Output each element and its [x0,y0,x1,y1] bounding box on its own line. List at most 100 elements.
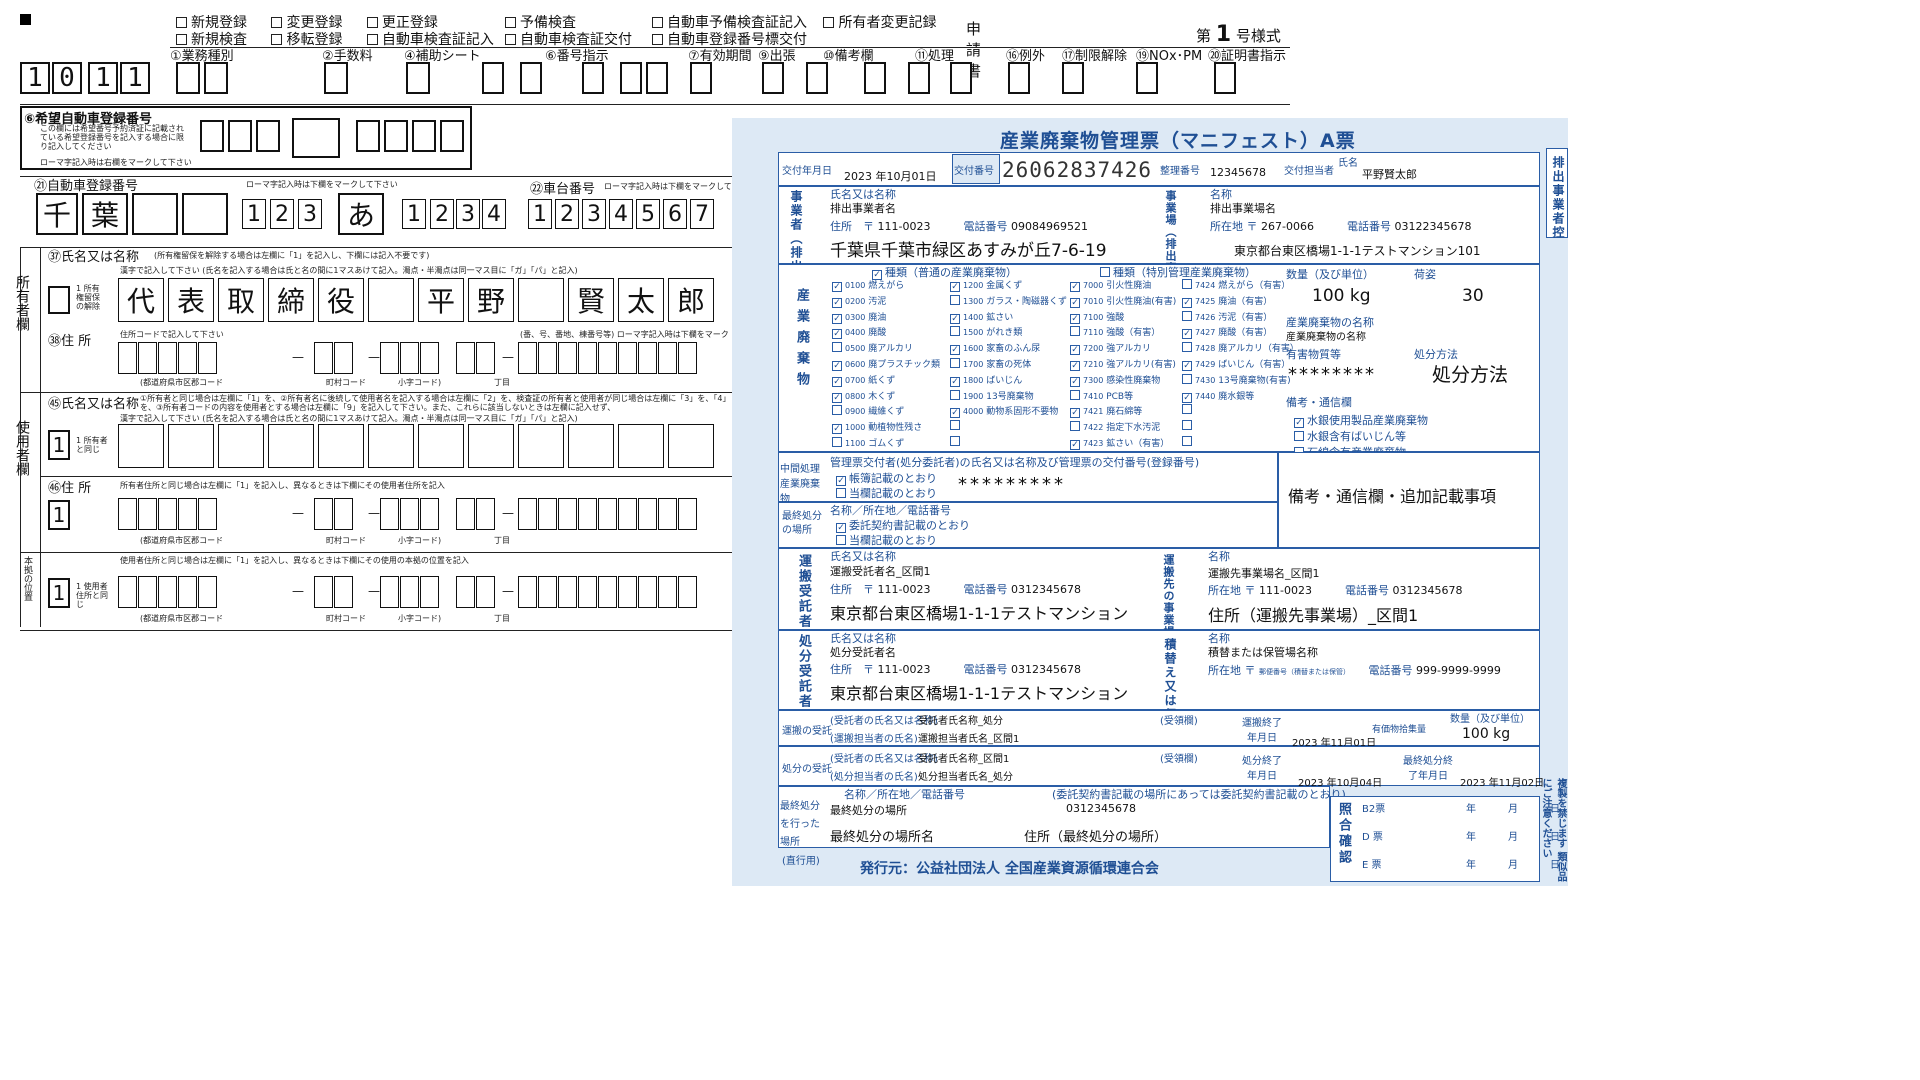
input-box[interactable] [324,62,348,94]
address-cell[interactable] [420,576,439,608]
input-box[interactable] [864,62,886,94]
waste-checkbox[interactable]: ✓ [1182,329,1192,340]
user-name-cell[interactable] [368,424,414,468]
address-cell[interactable] [178,498,197,530]
user-name-cell[interactable] [168,424,214,468]
chassis-digit[interactable]: 1 [528,199,552,229]
address-cell[interactable] [518,498,537,530]
address-cell[interactable] [618,576,637,608]
address-cell[interactable] [138,342,157,374]
address-cell[interactable] [538,576,557,608]
address-cell[interactable] [598,342,617,374]
address-cell[interactable] [558,576,577,608]
input-box[interactable] [228,120,252,152]
address-cell[interactable] [578,498,597,530]
waste-checkbox[interactable]: ✓ [950,345,960,356]
address-cell[interactable] [420,342,439,374]
address-cell[interactable] [400,576,419,608]
address-cell[interactable] [678,498,697,530]
owner-char[interactable] [368,278,414,322]
address-cell[interactable] [658,498,677,530]
input-box[interactable] [762,62,784,94]
input-box[interactable] [256,120,280,152]
waste-checkbox[interactable]: ✓ [1182,297,1192,308]
waste-checkbox[interactable]: ✓ [950,282,960,292]
address-cell[interactable] [178,342,197,374]
input-box[interactable] [806,62,828,94]
waste-checkbox[interactable] [950,420,960,431]
address-cell[interactable] [638,342,657,374]
base-same-box[interactable]: 1 [48,578,70,608]
chassis-digit[interactable]: 7 [690,199,714,229]
plate-char[interactable] [182,193,228,235]
address-cell[interactable] [380,498,399,530]
code-digit[interactable]: 0 [52,62,82,94]
owner-char[interactable]: 役 [318,278,364,322]
waste-checkbox[interactable] [1070,389,1080,400]
owner-char[interactable]: 郎 [668,278,714,322]
user-name-cell[interactable] [268,424,314,468]
address-cell[interactable] [400,498,419,530]
input-box[interactable] [176,62,200,94]
address-cell[interactable] [380,342,399,374]
code-digit[interactable]: 1 [120,62,150,94]
chassis-digit[interactable]: 3 [582,199,606,229]
plate-char[interactable]: 2 [430,199,454,229]
address-cell[interactable] [638,576,657,608]
waste-checkbox[interactable] [832,437,842,447]
address-cell[interactable] [638,498,657,530]
input-box[interactable] [356,120,380,152]
address-cell[interactable] [476,342,495,374]
address-cell[interactable] [538,498,557,530]
owner-release-box[interactable] [48,286,70,314]
input-box[interactable] [292,118,340,158]
waste-checkbox[interactable]: ✓ [1070,376,1080,387]
owner-char[interactable]: 賢 [568,278,614,322]
waste-checkbox[interactable]: ✓ [832,361,842,371]
input-box[interactable] [620,62,642,94]
input-box[interactable] [1062,62,1084,94]
user-name-cell[interactable] [218,424,264,468]
waste-checkbox[interactable] [1182,310,1192,321]
address-cell[interactable] [198,576,217,608]
address-cell[interactable] [334,498,353,530]
plate-char[interactable]: 2 [270,199,294,229]
chassis-digit[interactable]: 2 [555,199,579,229]
waste-checkbox[interactable]: ✓ [950,313,960,324]
plate-char[interactable]: 3 [456,199,480,229]
waste-checkbox[interactable]: ✓ [950,376,960,387]
waste-checkbox[interactable]: ✓ [832,313,842,324]
waste-checkbox[interactable]: ✓ [1070,408,1080,419]
address-cell[interactable] [334,576,353,608]
user-name-cell[interactable] [568,424,614,468]
waste-checkbox[interactable] [950,294,960,305]
plate-char[interactable]: あ [338,193,384,235]
waste-checkbox[interactable]: ✓ [1070,313,1080,324]
address-cell[interactable] [118,576,137,608]
address-cell[interactable] [678,576,697,608]
waste-checkbox[interactable]: ✓ [832,297,842,308]
waste-checkbox[interactable] [950,436,960,446]
address-cell[interactable] [456,498,475,530]
address-cell[interactable] [138,576,157,608]
plate-char[interactable]: 4 [482,199,506,229]
address-cell[interactable] [314,576,333,608]
input-box[interactable] [406,62,430,94]
address-cell[interactable] [578,576,597,608]
checkbox-owner-change[interactable]: 所有者変更記録 [823,15,936,31]
waste-checkbox[interactable]: ✓ [1182,392,1192,403]
address-cell[interactable] [314,342,333,374]
owner-char[interactable]: 平 [418,278,464,322]
waste-checkbox[interactable] [1182,404,1192,415]
plate-char[interactable]: 千 [36,193,78,235]
user-name-cell[interactable] [418,424,464,468]
plate-char[interactable]: 3 [298,199,322,229]
input-box[interactable] [200,120,224,152]
input-box[interactable] [482,62,504,94]
address-cell[interactable] [476,576,495,608]
plate-char[interactable]: 1 [402,199,426,229]
waste-checkbox[interactable]: ✓ [1182,361,1192,371]
waste-checkbox[interactable]: ✓ [1070,282,1080,292]
user-name-cell[interactable] [668,424,714,468]
waste-checkbox[interactable]: ✓ [832,376,842,387]
